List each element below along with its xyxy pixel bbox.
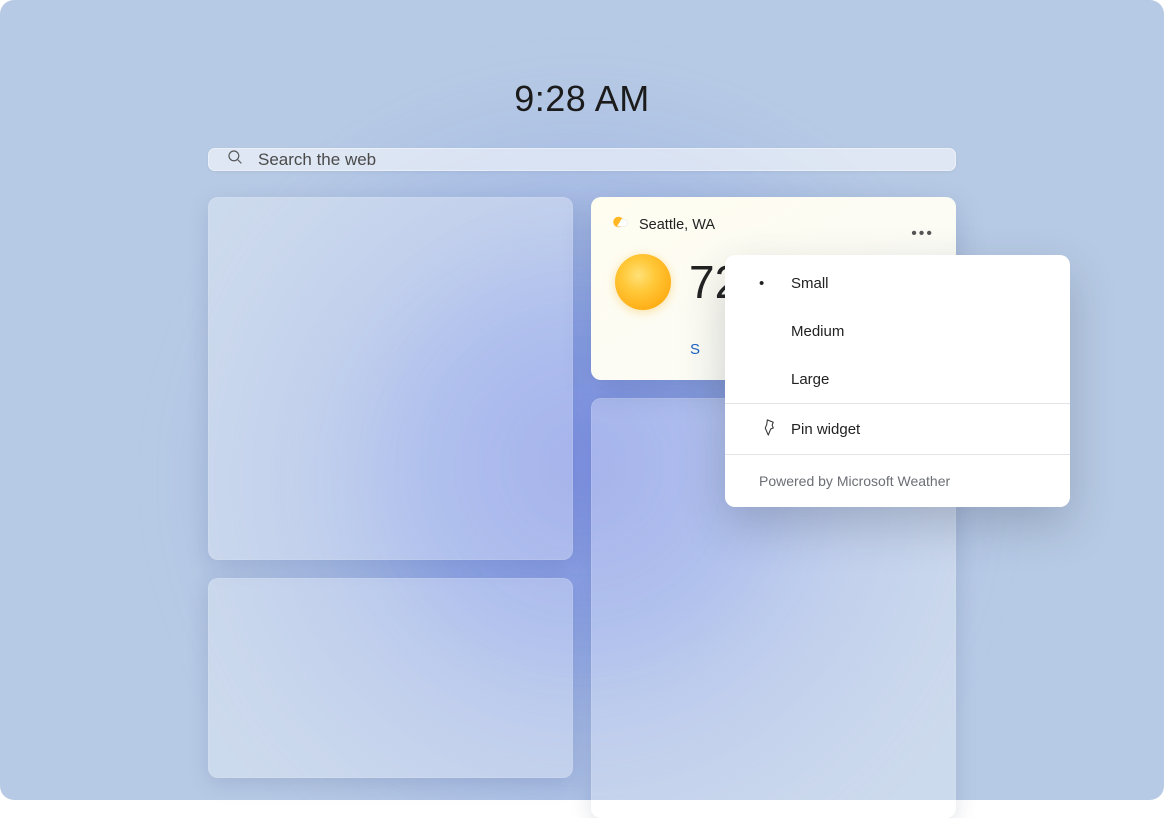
weather-provider-icon	[611, 213, 629, 236]
pin-widget-button[interactable]: Pin widget	[725, 404, 1070, 454]
pin-icon	[759, 418, 791, 440]
size-option-medium[interactable]: Medium	[725, 307, 1070, 355]
clock-text: 9:28 AM	[514, 78, 650, 120]
size-option-small[interactable]: • Small	[725, 259, 1070, 307]
widget-placeholder[interactable]	[208, 578, 573, 778]
search-input[interactable]	[258, 150, 938, 170]
widgets-grid: Seattle, WA ••• 72 S • Small Medium	[208, 197, 956, 818]
size-option-label: Small	[791, 275, 829, 292]
pin-widget-label: Pin widget	[791, 421, 860, 438]
size-option-label: Large	[791, 371, 829, 388]
sun-icon	[615, 254, 671, 310]
selected-indicator-icon: •	[759, 275, 764, 292]
size-option-label: Medium	[791, 323, 844, 340]
search-icon	[226, 148, 258, 171]
size-option-large[interactable]: Large	[725, 355, 1070, 403]
widget-context-menu: • Small Medium Large Pin widget	[725, 255, 1070, 507]
weather-location: Seattle, WA	[639, 217, 715, 233]
widgets-panel: 9:28 AM S	[0, 0, 1164, 800]
menu-footer-text: Powered by Microsoft Weather	[725, 455, 1070, 507]
search-bar[interactable]	[208, 148, 956, 171]
weather-details-link[interactable]: S	[690, 341, 700, 358]
widget-more-button[interactable]: •••	[911, 225, 934, 243]
widget-placeholder[interactable]	[208, 197, 573, 560]
ellipsis-icon: •••	[911, 225, 934, 242]
